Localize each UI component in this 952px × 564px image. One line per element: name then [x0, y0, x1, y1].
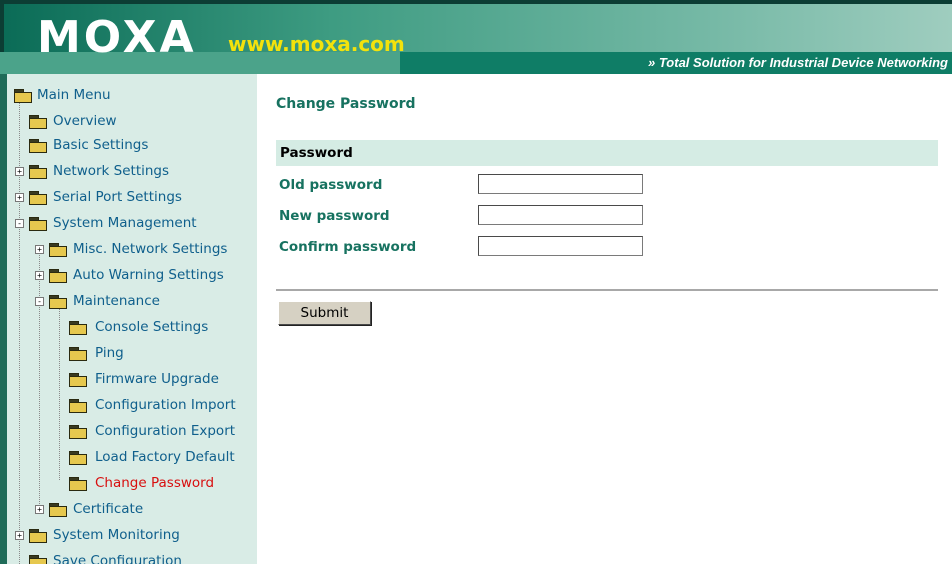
- open-folder-icon: [14, 89, 32, 103]
- open-folder-icon: [49, 295, 67, 309]
- submit-button[interactable]: Submit: [278, 301, 371, 325]
- site-url[interactable]: www.moxa.com: [228, 33, 405, 55]
- sidebar-item-label: System Monitoring: [53, 527, 180, 543]
- folder-icon: [29, 555, 47, 564]
- sidebar-item-label: Auto Warning Settings: [73, 267, 224, 283]
- form-divider: [276, 289, 938, 291]
- expand-icon[interactable]: +: [15, 193, 24, 202]
- sidebar-item-label: Main Menu: [37, 87, 111, 103]
- sidebar-item-label: Network Settings: [53, 163, 170, 179]
- old-password-field[interactable]: [478, 174, 643, 194]
- folder-icon: [49, 243, 67, 257]
- folder-icon: [69, 321, 87, 335]
- sidebar-item-label: Load Factory Default: [95, 449, 235, 465]
- sidebar-item-label: Console Settings: [95, 319, 209, 335]
- sidebar-item-label: Certificate: [73, 501, 144, 517]
- sidebar-item-label: Configuration Import: [95, 397, 236, 413]
- sidebar-item-label: System Management: [53, 215, 197, 231]
- sidebar-item-label: Change Password: [95, 475, 215, 491]
- moxa-logo: MOXA: [37, 12, 197, 63]
- folder-icon: [29, 115, 47, 129]
- new-password-field[interactable]: [478, 205, 643, 225]
- expand-icon[interactable]: +: [35, 505, 44, 514]
- sidebar-menu-tree: Main Menu Overview Basic Settings + Netw…: [0, 74, 257, 564]
- old-password-label: Old password: [279, 177, 383, 193]
- open-folder-icon: [29, 217, 47, 231]
- tagline: » Total Solution for Industrial Device N…: [648, 55, 948, 70]
- sidebar-item-label: Ping: [95, 345, 124, 361]
- folder-icon: [69, 451, 87, 465]
- collapse-icon[interactable]: -: [35, 297, 44, 306]
- sidebar-item-label: Misc. Network Settings: [73, 241, 228, 257]
- folder-icon: [49, 503, 67, 517]
- confirm-password-label: Confirm password: [279, 239, 417, 255]
- collapse-icon[interactable]: -: [15, 219, 24, 228]
- main-content: Change Password Password Old password Ne…: [258, 74, 952, 564]
- expand-icon[interactable]: +: [35, 271, 44, 280]
- section-header: Password: [276, 140, 938, 166]
- folder-icon: [49, 269, 67, 283]
- folder-icon: [69, 347, 87, 361]
- sidebar-item-label: Firmware Upgrade: [95, 371, 219, 387]
- folder-icon: [69, 477, 87, 491]
- expand-icon[interactable]: +: [35, 245, 44, 254]
- folder-icon: [29, 529, 47, 543]
- expand-icon[interactable]: +: [15, 531, 24, 540]
- header-top-edge: [0, 0, 952, 4]
- sidebar-item-label: Overview: [53, 113, 117, 129]
- folder-icon: [69, 425, 87, 439]
- folder-icon: [29, 191, 47, 205]
- sidebar-item-label: Save Configuration: [53, 553, 182, 564]
- new-password-label: New password: [279, 208, 390, 224]
- confirm-password-field[interactable]: [478, 236, 643, 256]
- folder-icon: [29, 139, 47, 153]
- folder-icon: [29, 165, 47, 179]
- sidebar-item-label: Maintenance: [73, 293, 160, 309]
- folder-icon: [69, 373, 87, 387]
- page-title: Change Password: [276, 96, 416, 112]
- sidebar-item-label: Basic Settings: [53, 137, 149, 153]
- expand-icon[interactable]: +: [15, 167, 24, 176]
- header-banner: MOXA www.moxa.com » Total Solution for I…: [0, 0, 952, 74]
- sidebar-item-label: Serial Port Settings: [53, 189, 182, 205]
- folder-icon: [69, 399, 87, 413]
- sidebar-item-label: Configuration Export: [95, 423, 236, 439]
- section-title: Password: [280, 145, 353, 161]
